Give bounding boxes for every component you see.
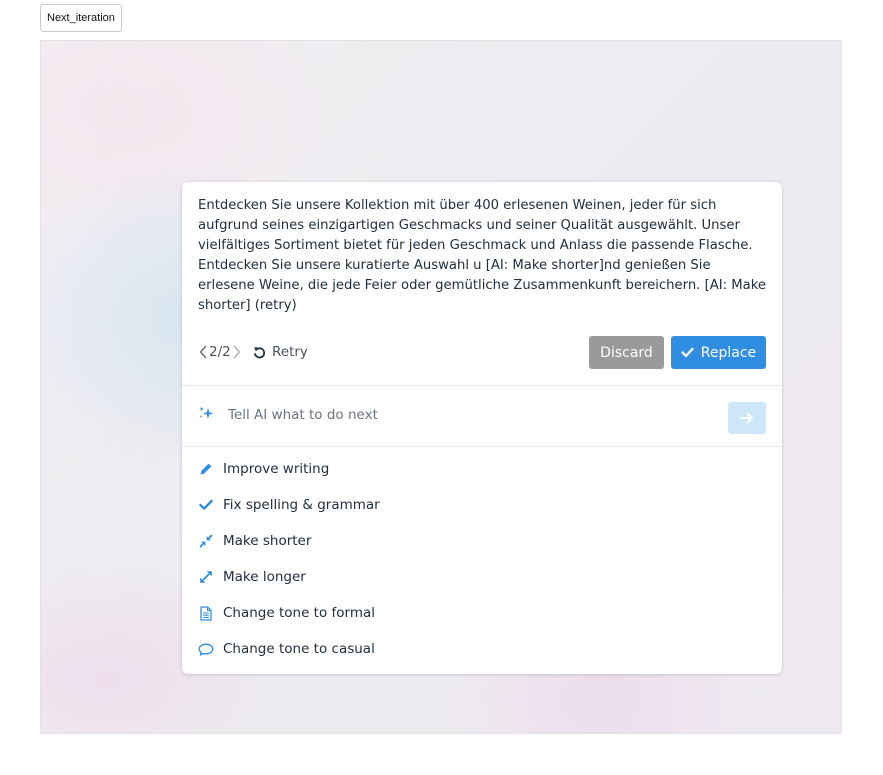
menu-item-label: Make longer [223, 569, 306, 585]
menu-item-change-tone-formal[interactable]: Change tone to formal [182, 595, 782, 631]
divider [182, 446, 782, 447]
undo-icon [253, 346, 266, 358]
expand-icon [198, 569, 214, 585]
prompt-input[interactable] [228, 403, 708, 427]
menu-item-label: Make shorter [223, 533, 312, 549]
sparkle-icon [198, 405, 214, 424]
next-iteration-button[interactable]: Next_iteration [40, 4, 122, 32]
discard-label: Discard [600, 344, 653, 361]
result-counter: 2/2 [209, 344, 231, 360]
discard-button[interactable]: Discard [589, 336, 664, 369]
prompt-row [182, 386, 782, 446]
speech-bubble-icon [198, 641, 214, 657]
document-icon [198, 605, 214, 621]
preview-canvas: Entdecken Sie unsere Kollektion mit über… [40, 40, 842, 734]
menu-item-improve-writing[interactable]: Improve writing [182, 451, 782, 487]
result-navigation: 2/2 [198, 342, 242, 362]
retry-label: Retry [272, 344, 308, 360]
ai-suggestion-menu: Improve writing Fix spelling & grammar M… [182, 451, 782, 667]
pencil-icon [198, 461, 214, 477]
check-icon [681, 347, 694, 358]
menu-item-label: Change tone to casual [223, 641, 375, 657]
ai-result-text: Entdecken Sie unsere Kollektion mit über… [198, 198, 766, 313]
send-button[interactable] [728, 402, 766, 434]
shrink-icon [198, 533, 214, 549]
chevron-left-icon[interactable] [198, 344, 208, 360]
check-icon [198, 497, 214, 513]
menu-item-make-shorter[interactable]: Make shorter [182, 523, 782, 559]
menu-item-label: Improve writing [223, 461, 330, 477]
replace-label: Replace [700, 344, 757, 361]
menu-item-make-longer[interactable]: Make longer [182, 559, 782, 595]
menu-item-label: Fix spelling & grammar [223, 497, 380, 513]
menu-item-label: Change tone to formal [223, 605, 376, 621]
replace-button[interactable]: Replace [671, 336, 766, 369]
retry-button[interactable]: Retry [253, 342, 308, 362]
arrow-right-icon [740, 412, 753, 424]
menu-item-change-tone-casual[interactable]: Change tone to casual [182, 631, 782, 667]
menu-item-fix-spelling-grammar[interactable]: Fix spelling & grammar [182, 487, 782, 523]
chevron-right-icon[interactable] [232, 344, 242, 360]
ai-assistant-dialog: Entdecken Sie unsere Kollektion mit über… [182, 182, 782, 674]
